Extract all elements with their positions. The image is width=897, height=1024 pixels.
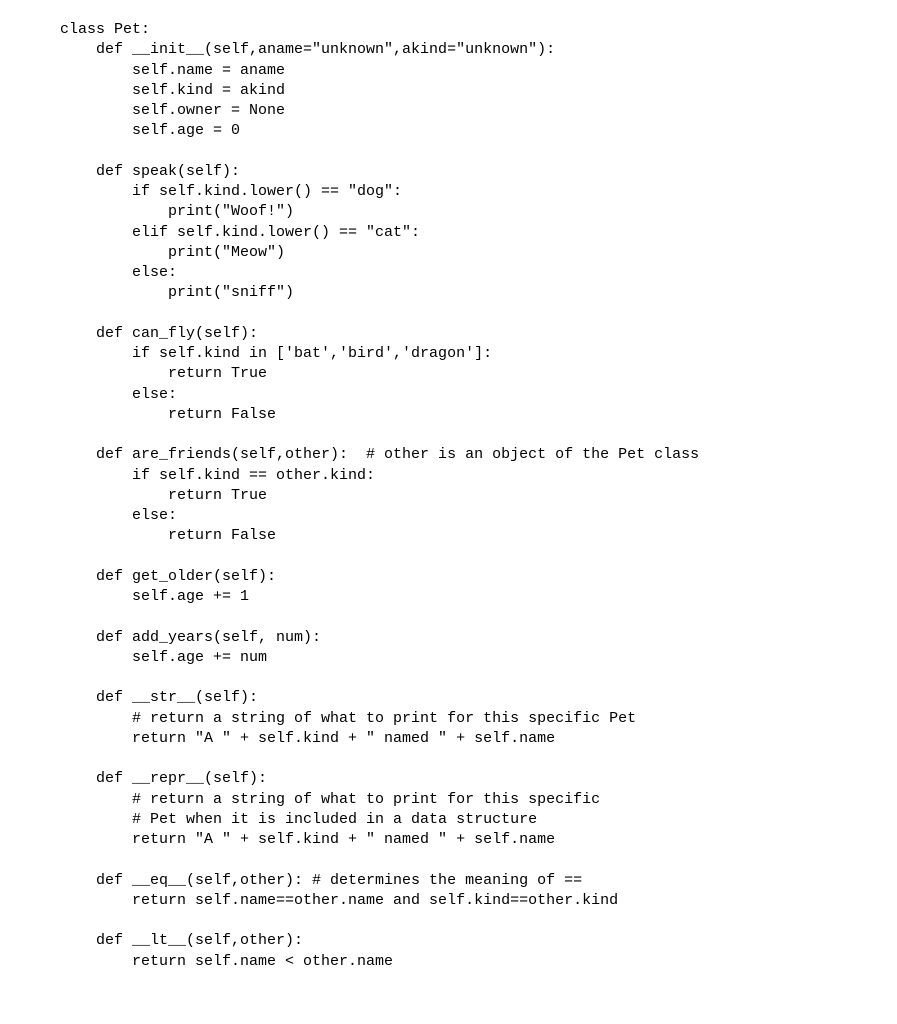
code-block: class Pet: def __init__(self,aname="unkn… [0,0,897,992]
